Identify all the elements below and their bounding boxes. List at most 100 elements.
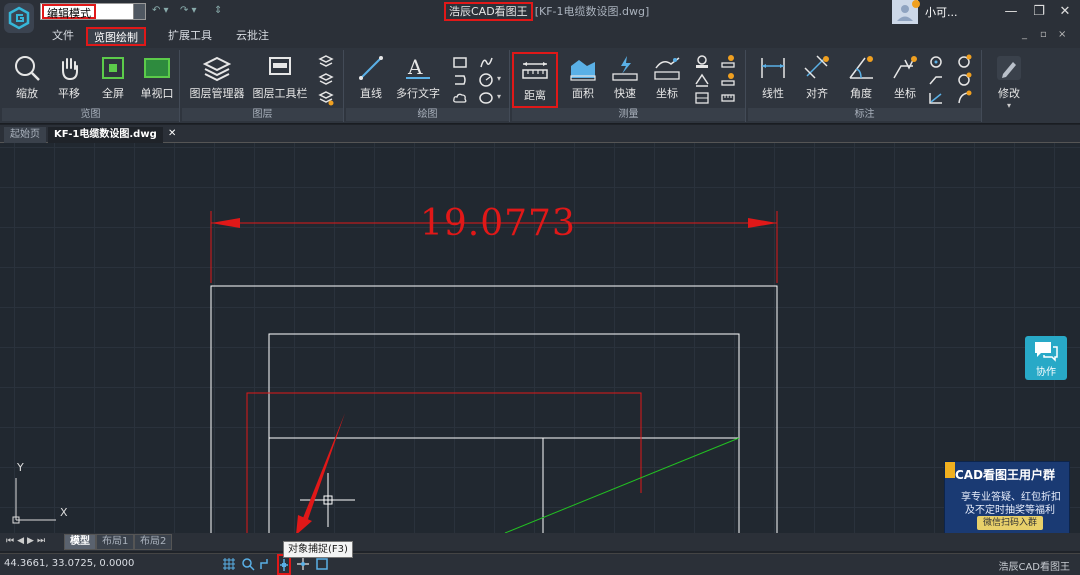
- drawing-geometry: [12, 211, 778, 533]
- ribbon-group-measure: 距离 面积 快速 坐标 测量: [512, 50, 746, 122]
- layer-state-icon[interactable]: [318, 54, 334, 70]
- aligned-dim-button[interactable]: 对齐: [792, 52, 842, 104]
- user-group-promo[interactable]: CAD看图王用户群 享专业答疑、红包折扣 及不定时抽奖等福利 微信扫码入群: [944, 461, 1070, 533]
- single-viewport-button[interactable]: 单视口: [132, 52, 182, 104]
- arc-length-icon[interactable]: [928, 90, 944, 106]
- zoom-icon[interactable]: [241, 557, 255, 571]
- chevron-down-icon[interactable]: ▾: [984, 101, 1034, 110]
- layer-toolbar-icon: [269, 57, 291, 75]
- mdi-close-button[interactable]: ×: [1058, 29, 1066, 40]
- title-app-name: 浩辰CAD看图王: [444, 2, 533, 21]
- measure-area-icon: [570, 60, 596, 81]
- grid-icon[interactable]: [222, 557, 236, 571]
- close-icon[interactable]: ✕: [168, 128, 176, 139]
- layer-off-icon[interactable]: [318, 90, 334, 106]
- menu-tab-cloud-annotate[interactable]: 云批注: [230, 27, 275, 46]
- ortho-icon[interactable]: [259, 557, 273, 571]
- chevron-down-icon[interactable]: ▾: [497, 92, 501, 101]
- ribbon-group-label: 标注: [748, 108, 981, 121]
- pan-button[interactable]: 平移: [44, 52, 94, 104]
- jogged-dim-icon[interactable]: [956, 90, 972, 106]
- layer-isolate-icon[interactable]: [318, 72, 334, 88]
- radius-dim-icon[interactable]: [928, 54, 944, 70]
- fullscreen-button[interactable]: 全屏: [88, 52, 138, 104]
- menu-tab-extensions[interactable]: 扩展工具: [162, 27, 218, 46]
- ribbon-group-draw: 直线 A 多行文字 ▾ ▾ 绘图: [346, 50, 510, 122]
- modify-button[interactable]: 修改 ▾: [984, 52, 1034, 110]
- menu-tab-file[interactable]: 文件: [46, 27, 80, 46]
- linear-dim-button[interactable]: 线性: [748, 52, 798, 104]
- measure-scale-icon[interactable]: [720, 90, 736, 106]
- app-logo: [4, 3, 34, 33]
- layout-nav-arrows[interactable]: ⏮◀▶⏭: [6, 536, 48, 546]
- ribbon-group-label: 绘图: [346, 108, 509, 121]
- rectangle-icon[interactable]: [452, 54, 468, 70]
- layout-tabs-bar: ⏮◀▶⏭ 模型 布局1 布局2: [0, 533, 1080, 551]
- redo-icon[interactable]: ↷ ▾: [180, 5, 197, 16]
- customize-icon[interactable]: ⇕: [214, 5, 222, 16]
- snap-tooltip: 对象捕捉(F3): [283, 541, 353, 558]
- tab-current-drawing[interactable]: KF-1电缆数设图.dwg: [48, 127, 163, 143]
- mdi-minimize-button[interactable]: _: [1022, 29, 1027, 40]
- line-button[interactable]: 直线: [346, 52, 396, 104]
- measure-table-icon[interactable]: [694, 90, 710, 106]
- close-button[interactable]: ✕: [1054, 2, 1076, 22]
- layer-toolbar-button[interactable]: 图层工具栏: [252, 52, 308, 104]
- coordinate-dim-icon: [893, 56, 917, 79]
- angle-dim-button[interactable]: 角度: [836, 52, 886, 104]
- zoom-icon: [15, 56, 40, 81]
- tab-layout2[interactable]: 布局2: [134, 534, 173, 550]
- distance-button[interactable]: 距离: [512, 52, 558, 108]
- coordinate-button[interactable]: 坐标: [642, 52, 692, 104]
- viewport-icon: [144, 58, 170, 78]
- coordinate-dim-button[interactable]: 坐标: [880, 52, 930, 104]
- snap-track-icon[interactable]: [296, 557, 310, 571]
- diameter-dim-icon[interactable]: [956, 54, 972, 70]
- layer-manager-button[interactable]: 图层管理器: [188, 52, 246, 104]
- coordinate-icon: [654, 57, 680, 80]
- tab-layout1[interactable]: 布局1: [96, 534, 135, 550]
- menu-bar: 文件 览图绘制 扩展工具 云批注 _ ▫ ×: [0, 24, 1080, 48]
- snap-icon: [280, 559, 288, 571]
- svg-text:A: A: [407, 55, 423, 79]
- fullscreen-icon: [102, 57, 124, 79]
- mode-select[interactable]: 编辑模式: [40, 3, 146, 20]
- measure-sum-icon[interactable]: [720, 54, 736, 70]
- leader-icon[interactable]: [928, 72, 944, 88]
- circle-icon[interactable]: [478, 72, 494, 88]
- collaborate-button[interactable]: 协作: [1025, 336, 1067, 380]
- chevron-down-icon[interactable]: [133, 4, 145, 19]
- center-mark-icon[interactable]: [956, 72, 972, 88]
- mtext-button[interactable]: A 多行文字: [390, 52, 446, 104]
- drawing-canvas[interactable]: Y X 19.0773 协作 CAD看图王用户群 享专业答疑、红包折扣 及不定时…: [0, 143, 1080, 533]
- tab-start-page[interactable]: 起始页: [4, 127, 46, 143]
- ribbon-group-label: 览图: [2, 108, 179, 121]
- measure-angle-icon[interactable]: [694, 72, 710, 88]
- cloud-icon[interactable]: [452, 90, 468, 106]
- aligned-dim-icon: [804, 55, 829, 79]
- username[interactable]: 小可...: [925, 4, 958, 20]
- title-file-name: [KF-1电缆数设图.dwg]: [534, 5, 650, 18]
- mdi-restore-button[interactable]: ▫: [1040, 29, 1047, 40]
- ribbon-group-view: 缩放 平移 全屏 单视口 览图: [2, 50, 180, 122]
- ribbon-group-layer: 图层管理器 图层工具栏 图层: [182, 50, 344, 122]
- minimize-button[interactable]: —: [1000, 2, 1022, 22]
- measure-list-icon[interactable]: [720, 72, 736, 88]
- maximize-button[interactable]: ❐: [1028, 2, 1050, 22]
- polyline-icon[interactable]: [452, 72, 468, 88]
- undo-icon[interactable]: ↶ ▾: [152, 5, 169, 16]
- linear-dim-icon: [761, 58, 785, 78]
- window-title: 浩辰CAD看图王 [KF-1电缆数设图.dwg]: [444, 2, 649, 22]
- ellipse-icon[interactable]: [478, 90, 494, 106]
- sketch-icon[interactable]: [478, 54, 494, 70]
- ribbon-group-label: 测量: [512, 108, 745, 121]
- document-tabs: 起始页 KF-1电缆数设图.dwg ✕: [0, 125, 1080, 143]
- join-group-button[interactable]: 微信扫码入群: [977, 516, 1043, 530]
- lineweight-icon[interactable]: [315, 557, 329, 571]
- chevron-down-icon[interactable]: ▾: [497, 74, 501, 83]
- menu-tab-view-draw[interactable]: 览图绘制: [86, 27, 146, 46]
- tab-model[interactable]: 模型: [64, 534, 96, 550]
- angle-dim-icon: [849, 56, 873, 79]
- promo-badge-icon: [945, 462, 955, 478]
- measure-arc-icon[interactable]: [694, 54, 710, 70]
